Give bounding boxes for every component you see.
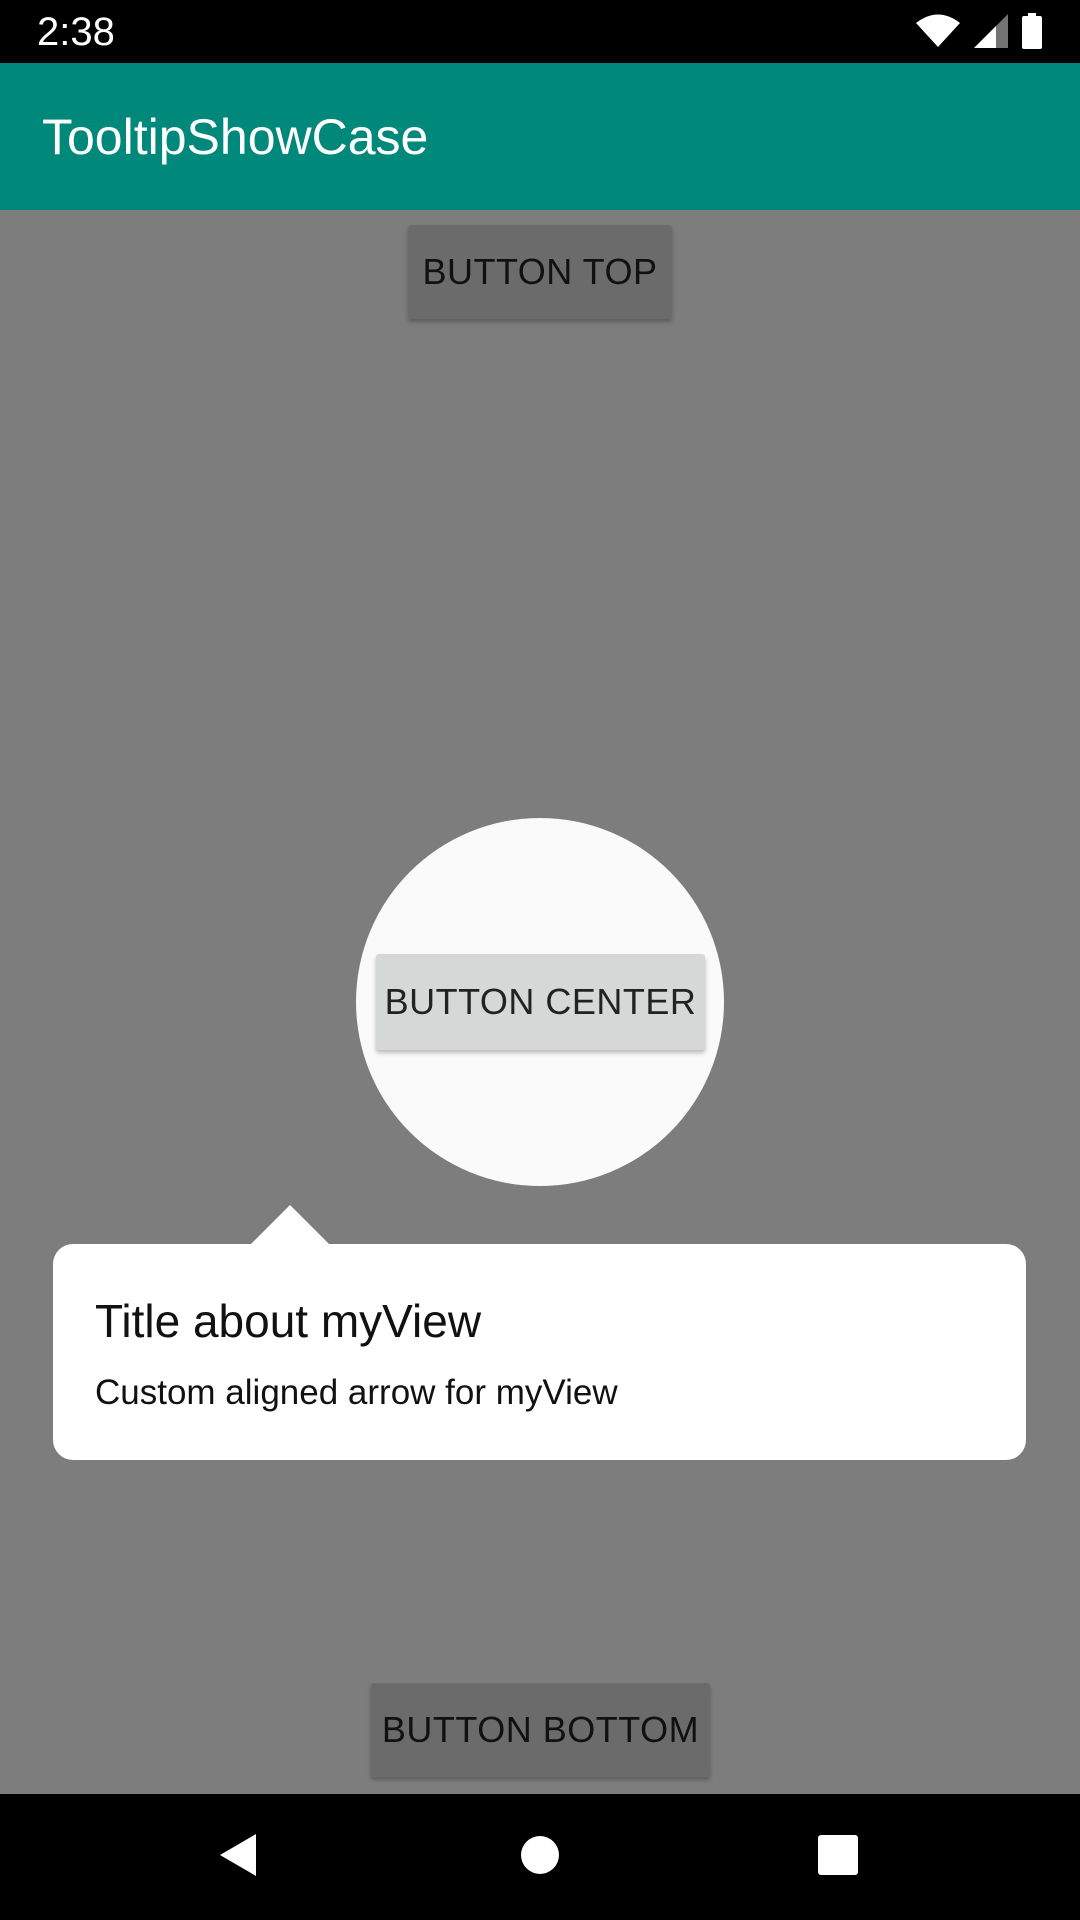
app-title: TooltipShowCase: [42, 109, 429, 165]
back-icon: [216, 1830, 260, 1885]
status-bar: 2:38: [0, 0, 1080, 63]
button-center[interactable]: BUTTON CENTER: [376, 954, 705, 1050]
status-icons: [916, 12, 1042, 50]
recents-icon: [818, 1834, 858, 1880]
home-icon: [520, 1835, 560, 1880]
back-button[interactable]: [203, 1822, 273, 1892]
home-button[interactable]: [505, 1822, 575, 1892]
tooltip-arrow: [250, 1205, 330, 1245]
tooltip-title: Title about myView: [95, 1295, 482, 1347]
tooltip[interactable]: Title about myView Custom aligned arrow …: [53, 1244, 1026, 1460]
battery-icon: [1022, 13, 1042, 49]
navigation-bar: [0, 1794, 1080, 1920]
recents-button[interactable]: [803, 1822, 873, 1892]
app-bar: TooltipShowCase: [0, 63, 1080, 210]
cell-signal-icon: [974, 14, 1008, 48]
status-time: 2:38: [37, 10, 115, 54]
screen: 2:38 TooltipShowCase BUTTON CENTER Title…: [0, 0, 1080, 1920]
wifi-icon: [916, 14, 960, 48]
tooltip-description: Custom aligned arrow for myView: [95, 1373, 618, 1412]
